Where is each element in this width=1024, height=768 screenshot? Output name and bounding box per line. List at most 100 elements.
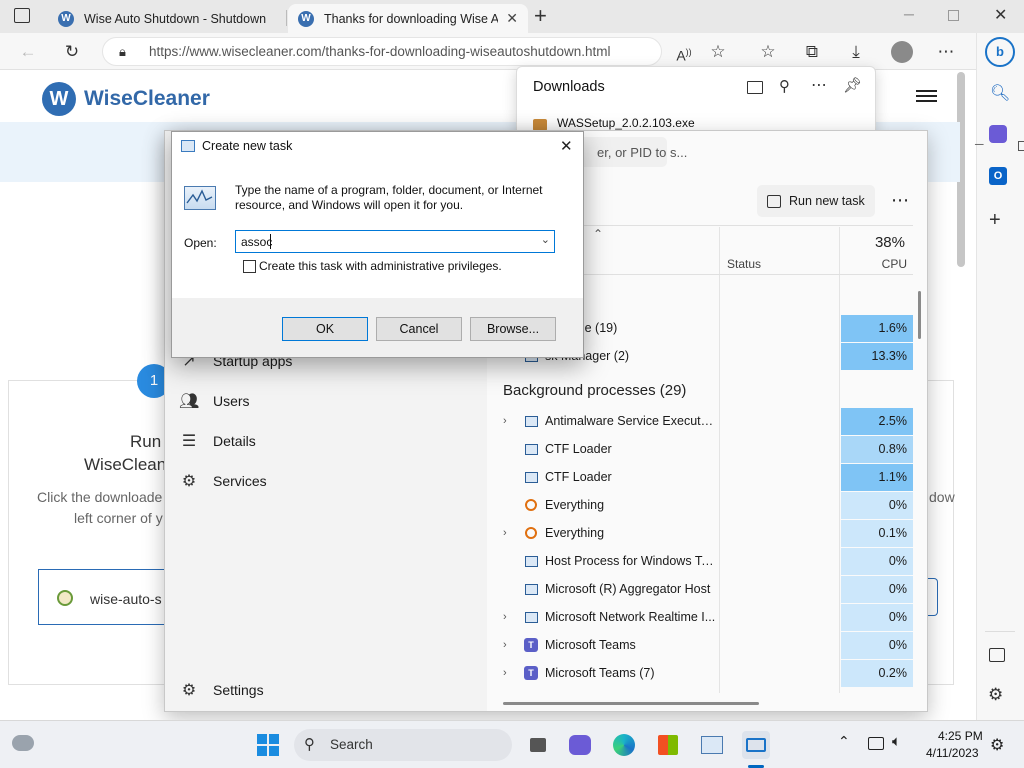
run-program-icon xyxy=(184,186,216,210)
edge-icon[interactable] xyxy=(610,731,638,759)
lock-icon[interactable]: 🔒︎ xyxy=(119,38,126,65)
nav-details[interactable]: ☰ Details xyxy=(179,431,256,451)
search-icon: ⚲ xyxy=(304,736,315,753)
downloads-title: Downloads xyxy=(533,79,605,95)
task-view-icon[interactable] xyxy=(524,731,552,759)
hide-sidebar-icon[interactable] xyxy=(989,648,1005,662)
teams-chat-icon[interactable] xyxy=(566,731,594,759)
process-row[interactable]: Host Process for Windows Tasks 0% xyxy=(487,547,913,575)
nav-label: Settings xyxy=(213,682,264,698)
nav-users[interactable]: 👥︎ Users xyxy=(179,391,250,411)
collections-icon[interactable]: ⧉ xyxy=(800,41,824,63)
cancel-button[interactable]: Cancel xyxy=(376,317,462,341)
horizontal-scrollbar[interactable] xyxy=(503,702,759,705)
refresh-icon[interactable]: ↻ xyxy=(60,41,84,63)
logo-text: WiseCleaner xyxy=(84,87,210,110)
everything-search-icon xyxy=(523,497,539,513)
tab-thanks-for-downloading[interactable]: W Thanks for downloading Wise Au ✕ xyxy=(288,4,528,33)
process-name: Microsoft Network Realtime I... xyxy=(545,610,716,624)
tab-actions-icon[interactable] xyxy=(14,8,30,23)
browse-button[interactable]: Browse... xyxy=(470,317,556,341)
profile-avatar[interactable] xyxy=(891,41,913,63)
more-options-icon[interactable]: ⋯ xyxy=(934,41,958,63)
process-row[interactable]: Microsoft (R) Aggregator Host 0% xyxy=(487,575,913,603)
teams-icon: T xyxy=(523,665,539,681)
combobox-chevron-icon[interactable]: ⌄ xyxy=(541,233,550,246)
expand-chevron-icon[interactable]: › xyxy=(503,639,507,651)
tm-minimize-button[interactable]: ─ xyxy=(975,137,984,151)
download-item-name[interactable]: WASSetup_2.0.2.103.exe xyxy=(557,116,695,130)
nav-services[interactable]: ⚙ Services xyxy=(179,471,267,491)
outlook-icon[interactable]: O xyxy=(989,167,1007,185)
show-hidden-icons[interactable]: ⌃ xyxy=(838,733,850,750)
ok-button[interactable]: OK xyxy=(282,317,368,341)
run-dialog-taskbar-icon[interactable] xyxy=(742,731,770,759)
notification-icon[interactable]: ⚙ xyxy=(990,735,1004,755)
process-window-icon xyxy=(523,469,539,485)
process-row[interactable]: › T Microsoft Teams 0% xyxy=(487,631,913,659)
process-row[interactable]: CTF Loader 1.1% xyxy=(487,463,913,491)
expand-chevron-icon[interactable]: › xyxy=(503,667,507,679)
process-name: CTF Loader xyxy=(545,442,612,456)
pin-icon[interactable]: 📌︎ xyxy=(843,76,862,94)
downloads-more-icon[interactable]: ⋯ xyxy=(811,75,827,95)
tm-maximize-button[interactable] xyxy=(1018,141,1024,151)
download-icon[interactable]: ⤓ xyxy=(844,41,868,63)
process-window-icon xyxy=(523,581,539,597)
process-name: Microsoft (R) Aggregator Host xyxy=(545,582,711,596)
back-icon[interactable]: ← xyxy=(16,41,40,63)
address-bar[interactable]: 🔒︎ https://www.wisecleaner.com/thanks-fo… xyxy=(102,37,662,66)
process-name: Host Process for Windows Tasks xyxy=(545,554,717,568)
open-combobox[interactable]: assoc ⌄ xyxy=(235,230,555,253)
vertical-scrollbar[interactable] xyxy=(918,291,921,339)
nav-settings[interactable]: ⚙ Settings xyxy=(179,680,264,700)
start-button[interactable] xyxy=(254,731,282,759)
office-icon[interactable] xyxy=(989,125,1007,143)
favorites-icon[interactable]: ☆ xyxy=(756,41,780,63)
network-icon[interactable] xyxy=(868,737,884,750)
dialog-body: Type the name of a program, folder, docu… xyxy=(172,162,583,298)
process-row[interactable]: › T Microsoft Teams (7) 0.2% xyxy=(487,659,913,687)
volume-icon[interactable]: 🔈︎ xyxy=(892,733,901,750)
expand-chevron-icon[interactable]: › xyxy=(503,527,507,539)
add-sidebar-icon[interactable]: + xyxy=(989,209,1001,232)
add-favorite-icon[interactable]: ☆ xyxy=(706,41,730,63)
process-row[interactable]: Everything 0% xyxy=(487,491,913,519)
admin-checkbox[interactable] xyxy=(243,260,256,273)
tab-wise-auto-shutdown[interactable]: W Wise Auto Shutdown - Shutdown xyxy=(48,4,284,33)
store-icon[interactable] xyxy=(654,731,682,759)
new-tab-button[interactable]: + xyxy=(534,3,547,29)
close-window-button[interactable]: ✕ xyxy=(994,5,1007,25)
expand-chevron-icon[interactable]: › xyxy=(503,415,507,427)
dialog-description: Type the name of a program, folder, docu… xyxy=(235,183,543,212)
close-tab-icon[interactable]: ✕ xyxy=(506,10,518,27)
read-aloud-icon[interactable]: A)) xyxy=(672,41,696,64)
bing-chat-icon[interactable]: b xyxy=(985,37,1015,67)
sidebar-settings-icon[interactable]: ⚙ xyxy=(988,685,1003,705)
open-folder-icon[interactable] xyxy=(747,81,763,94)
wisecleaner-logo[interactable]: W WiseCleaner xyxy=(42,82,210,116)
expand-chevron-icon[interactable]: › xyxy=(503,611,507,623)
open-input-value[interactable]: assoc xyxy=(241,235,272,249)
process-row[interactable]: CTF Loader 0.8% xyxy=(487,435,913,463)
clock-time[interactable]: 4:25 PM xyxy=(938,729,983,743)
process-row[interactable]: › Everything 0.1% xyxy=(487,519,913,547)
teams-icon: T xyxy=(523,637,539,653)
process-row[interactable]: › Antimalware Service Executable 2.5% xyxy=(487,407,913,435)
dialog-close-icon[interactable]: ✕ xyxy=(560,132,573,161)
tab-title: Thanks for downloading Wise Au xyxy=(324,11,499,26)
search-downloads-icon[interactable]: ⚲ xyxy=(779,77,790,95)
taskbar-search[interactable]: ⚲ Search xyxy=(294,729,512,761)
weather-icon[interactable] xyxy=(12,735,34,751)
clock-date[interactable]: 4/11/2023 xyxy=(926,746,979,760)
task-manager-taskbar-icon[interactable] xyxy=(698,731,726,759)
minimize-button[interactable]: ─ xyxy=(904,6,914,22)
run-heading-2: WiseCleane xyxy=(84,455,176,474)
dialog-title-bar: Create new task ✕ xyxy=(172,132,583,162)
search-icon[interactable]: 🔍︎ xyxy=(990,83,1010,103)
restore-button[interactable] xyxy=(948,10,959,21)
process-cpu: 0.2% xyxy=(841,659,913,687)
hamburger-menu-icon[interactable] xyxy=(916,90,937,102)
wisecleaner-logo-icon: W xyxy=(42,82,76,116)
process-row[interactable]: › Microsoft Network Realtime I... 0% xyxy=(487,603,913,631)
